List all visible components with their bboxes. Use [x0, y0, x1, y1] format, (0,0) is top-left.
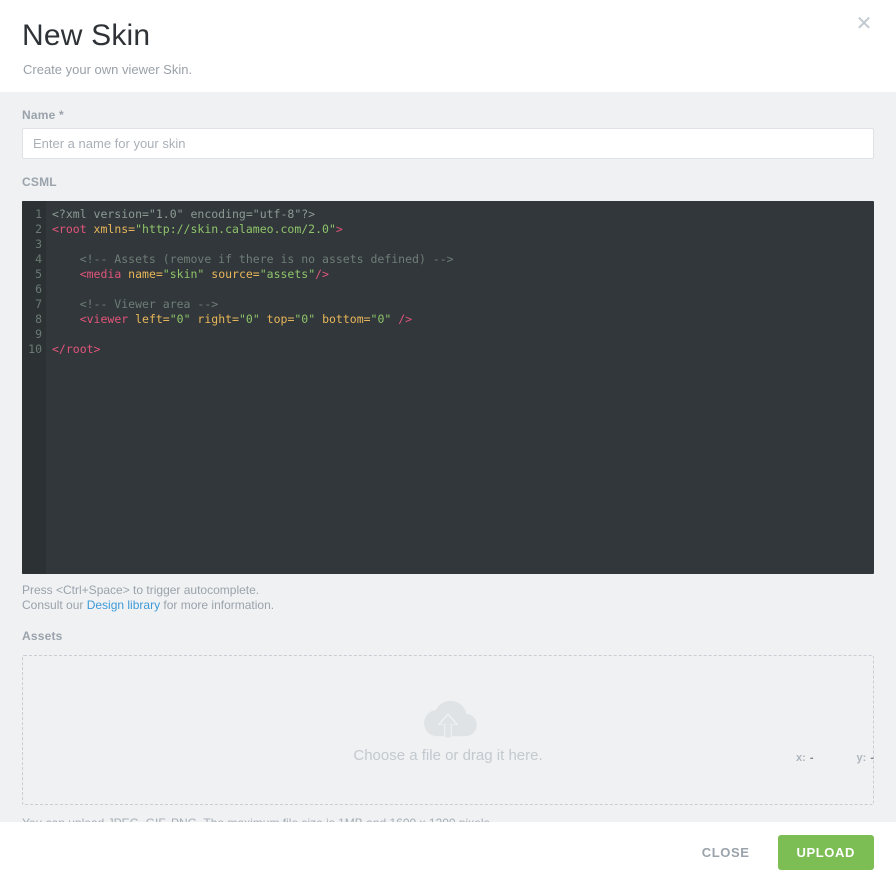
code-token-attr: xmlns= [93, 222, 136, 236]
close-button[interactable]: CLOSE [688, 836, 764, 869]
code-token-val: "skin" [162, 267, 205, 281]
editor-hints: Press <Ctrl+Space> to trigger autocomple… [22, 583, 874, 613]
modal-body: Name * CSML 12345678910 <?xml version="1… [0, 92, 896, 830]
code-token-tag: /> [391, 312, 413, 326]
cloud-upload-icon [424, 700, 477, 739]
coord-x-value: - [809, 752, 814, 764]
required-mark: * [59, 108, 64, 122]
code-token-val: "0" [238, 312, 260, 326]
code-token-attr: top= [259, 312, 295, 326]
skin-name-input[interactable] [22, 128, 874, 159]
dropzone-text: Choose a file or drag it here. [353, 746, 543, 764]
coord-x-label: x: [796, 752, 806, 764]
editor-code-area[interactable]: <?xml version="1.0" encoding="utf-8"?> <r… [46, 201, 874, 574]
autocomplete-hint: Press <Ctrl+Space> to trigger autocomple… [22, 583, 260, 597]
coord-y: y: - [857, 752, 874, 764]
line-number: 7 [35, 297, 42, 311]
code-token-decl: <?xml version="1.0" encoding="utf-8"?> [52, 207, 316, 221]
line-number: 3 [35, 237, 42, 251]
code-line: <media name="skin" source="assets"/> [52, 267, 874, 282]
code-line: <!-- Viewer area --> [52, 297, 874, 312]
line-number: 10 [28, 342, 42, 356]
csml-code-editor[interactable]: 1 2 3 4 5 6 7 8 9 10 <?xml version="1.0" encoding… [22, 201, 874, 574]
line-number: 1 [35, 207, 42, 221]
code-token-val: "http://skin.calameo.com/2.0" [135, 222, 336, 236]
code-line: <root xmlns="http://skin.calameo.com/2.0… [52, 222, 874, 237]
code-token-attr: source= [204, 267, 260, 281]
modal-footer: CLOSE UPLOAD [0, 822, 896, 882]
code-line: </root> [52, 342, 874, 357]
assets-dropzone[interactable]: Choose a file or drag it here. [22, 655, 874, 805]
cursor-coordinates: x: - y: - [756, 752, 874, 764]
line-number: 6 [35, 282, 42, 296]
page-subtitle: Create your own viewer Skin. [23, 62, 193, 77]
code-token-attr: left= [135, 312, 170, 326]
design-library-hint: Consult our Design library for more info… [22, 598, 874, 613]
editor-line-number-gutter: 1 2 3 4 5 6 7 8 9 10 [22, 201, 46, 574]
coord-x: x: - [796, 752, 813, 764]
page-title: New Skin [22, 19, 151, 52]
code-token-attr: right= [190, 312, 239, 326]
code-token-attr: name= [128, 267, 163, 281]
code-token-val: "assets" [259, 267, 316, 281]
code-token-attr: bottom= [315, 312, 371, 326]
code-token-tag: > [335, 222, 343, 236]
code-token-com: <!-- Viewer area --> [52, 297, 219, 311]
line-number: 5 [35, 267, 42, 281]
code-token-tag: <media [79, 267, 129, 281]
code-token-val: "0" [294, 312, 316, 326]
code-token-tag: /> [315, 267, 329, 281]
code-token-val: "0" [169, 312, 191, 326]
line-number: 4 [35, 252, 42, 266]
code-line: <!-- Assets (remove if there is no asset… [52, 252, 874, 267]
modal-header: New Skin Create your own viewer Skin. ✕ [0, 0, 896, 92]
code-line: <?xml version="1.0" encoding="utf-8"?> [52, 207, 874, 222]
coord-y-value: - [870, 752, 874, 764]
line-number: 2 [35, 222, 42, 236]
code-token-tag: <viewer [79, 312, 136, 326]
line-number: 9 [35, 327, 42, 341]
line-number: 8 [35, 312, 42, 326]
code-token-tag: <root [52, 222, 94, 236]
hint-prefix: Consult our [22, 598, 87, 612]
code-token-val: "0" [370, 312, 392, 326]
design-library-link[interactable]: Design library [87, 598, 160, 612]
code-token-com: <!-- Assets (remove if there is no asset… [52, 252, 454, 266]
csml-field-label: CSML [22, 175, 57, 189]
close-icon[interactable]: ✕ [853, 12, 875, 34]
code-token-tag: </root> [52, 342, 101, 356]
name-label-text: Name [22, 108, 56, 122]
hint-suffix: for more information. [160, 598, 275, 612]
assets-field-label: Assets [22, 629, 63, 643]
code-line: <viewer left="0" right="0" top="0" botto… [52, 312, 874, 327]
coord-y-label: y: [856, 752, 867, 764]
upload-button[interactable]: UPLOAD [777, 834, 874, 870]
name-field-label: Name * [22, 92, 874, 128]
